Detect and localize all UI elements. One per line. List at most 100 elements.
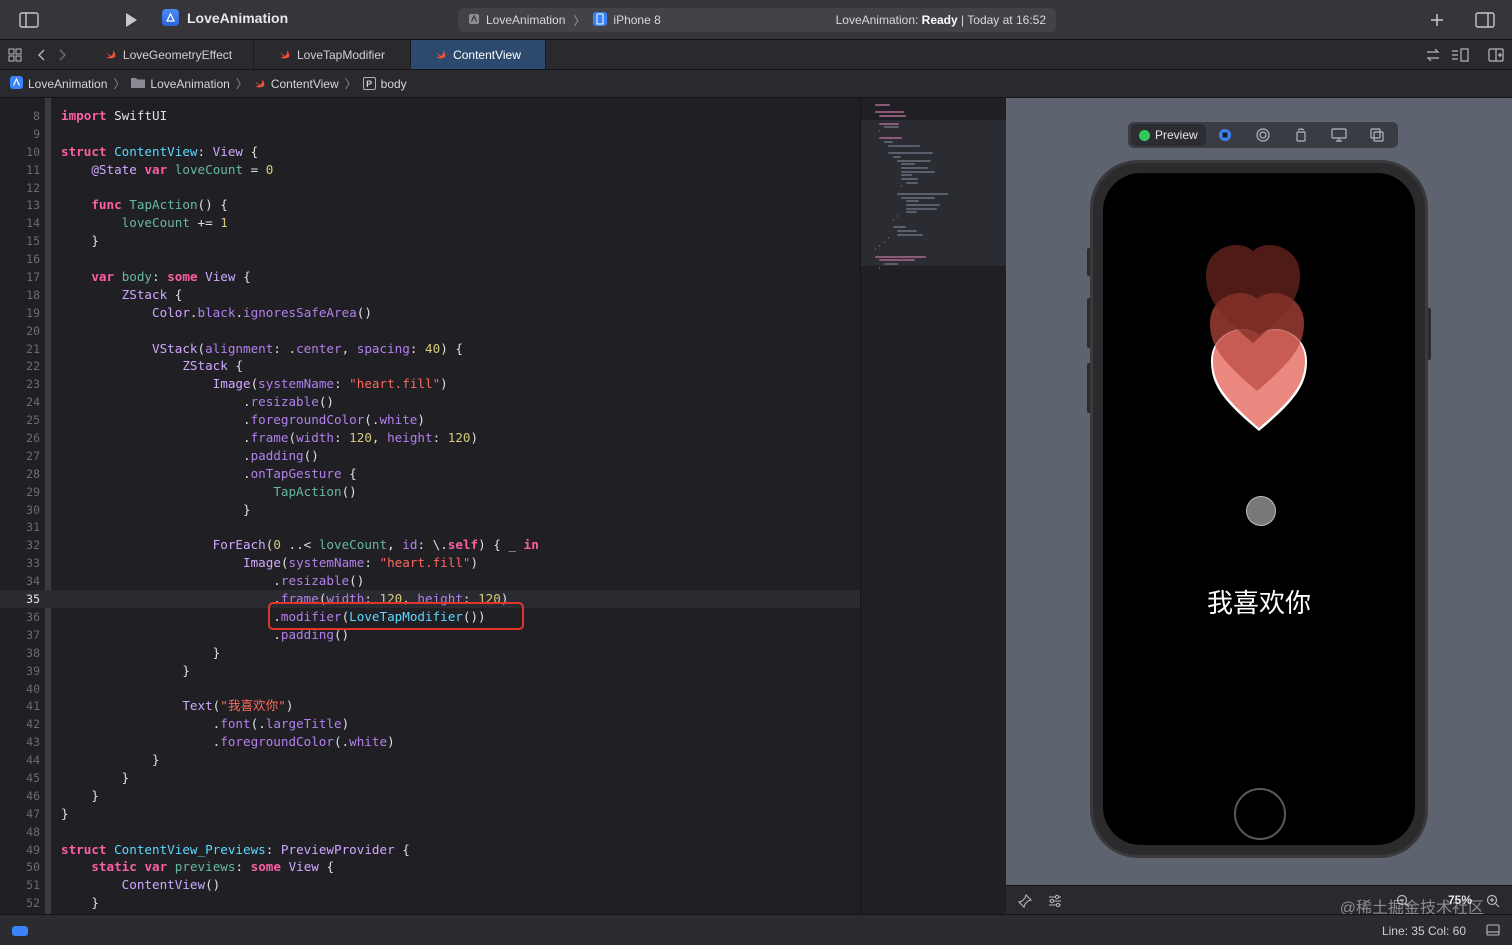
code-line[interactable]: 26 .frame(width: 120, height: 120)	[0, 429, 860, 447]
code-text: ContentView()	[121, 877, 221, 893]
selectable-icon[interactable]	[1244, 128, 1282, 142]
navigator-toggle-icon[interactable]	[16, 8, 42, 32]
line-number: 24	[26, 395, 40, 410]
grid-icon[interactable]	[2, 43, 28, 67]
tab-content-view[interactable]: ContentView	[411, 40, 546, 69]
chevron-right-icon: 〉	[235, 77, 248, 91]
breadcrumb-symbol[interactable]: body	[381, 77, 407, 91]
add-icon[interactable]	[1424, 8, 1450, 32]
panel-toggle-icon[interactable]	[1480, 918, 1506, 942]
code-line[interactable]: 23 Image(systemName: "heart.fill")	[0, 375, 860, 393]
swift-file-icon	[254, 78, 265, 87]
code-text: @State var loveCount = 0	[91, 161, 274, 177]
home-button[interactable]	[1234, 788, 1286, 840]
inspector-toggle-icon[interactable]	[1472, 8, 1498, 32]
code-line[interactable]: 15 }	[0, 232, 860, 250]
code-line[interactable]: 30 }	[0, 501, 860, 519]
code-line[interactable]: 40	[0, 680, 860, 698]
code-line[interactable]: 20	[0, 322, 860, 340]
code-line[interactable]: 16	[0, 250, 860, 268]
code-line[interactable]: 44 }	[0, 751, 860, 769]
line-number: 27	[26, 448, 40, 463]
code-line[interactable]: 9	[0, 125, 860, 143]
device-settings-icon[interactable]	[1320, 128, 1358, 142]
code-line[interactable]: 43 .foregroundColor(.white)	[0, 733, 860, 751]
code-line[interactable]: 29 TapAction()	[0, 483, 860, 501]
scheme-selector[interactable]: LoveAnimation 〉 iPhone 8	[458, 11, 661, 29]
code-line[interactable]: 33 Image(systemName: "heart.fill")	[0, 554, 860, 572]
breadcrumb-file[interactable]: ContentView	[271, 77, 339, 91]
line-number: 41	[26, 699, 40, 714]
breadcrumb-project[interactable]: LoveAnimation	[28, 77, 107, 91]
swift-file-icon	[105, 49, 116, 58]
adjust-icon[interactable]	[1042, 889, 1068, 913]
duplicate-preview-icon[interactable]	[1358, 128, 1396, 142]
debug-area-toggle[interactable]	[12, 926, 28, 936]
code-line[interactable]: 24 .resizable()	[0, 393, 860, 411]
code-line[interactable]: 46 }	[0, 787, 860, 805]
code-line[interactable]: 10 struct ContentView: View {	[0, 143, 860, 161]
touch-indicator	[1246, 496, 1276, 526]
split-editor-icon[interactable]	[1483, 43, 1509, 67]
preview-button[interactable]: Preview	[1131, 124, 1206, 146]
code-line[interactable]: 32 ForEach(0 ..< loveCount, id: \.self) …	[0, 536, 860, 554]
code-line[interactable]: 48	[0, 823, 860, 841]
code-line[interactable]: 11 @State var loveCount = 0	[0, 161, 860, 179]
rotate-device-icon[interactable]	[1282, 128, 1320, 142]
code-line[interactable]: 13 func TapAction() {	[0, 196, 860, 214]
live-preview-icon[interactable]	[1206, 128, 1244, 142]
code-line[interactable]: 17 var body: some View {	[0, 268, 860, 286]
back-icon[interactable]	[33, 43, 49, 67]
code-line[interactable]: 14 loveCount += 1	[0, 214, 860, 232]
code-line[interactable]: 42 .font(.largeTitle)	[0, 715, 860, 733]
code-line[interactable]: 28 .onTapGesture {	[0, 465, 860, 483]
code-line[interactable]: 41 Text("我喜欢你")	[0, 697, 860, 715]
pin-icon[interactable]	[1012, 889, 1038, 913]
code-text: loveCount += 1	[121, 215, 228, 231]
code-line[interactable]: 38 }	[0, 644, 860, 662]
window-toolbar: LoveAnimation LoveAnimation 〉 iPhone 8 L…	[0, 0, 1512, 40]
preview-label: Preview	[1155, 128, 1198, 142]
minimap-line	[897, 229, 917, 232]
code-line[interactable]: 19 Color.black.ignoresSafeArea()	[0, 304, 860, 322]
code-line[interactable]: 47}	[0, 805, 860, 823]
highlight-annotation	[268, 602, 524, 630]
code-line[interactable]: 39 }	[0, 662, 860, 680]
status-bar: Line: 35 Col: 60	[0, 914, 1512, 945]
code-line[interactable]: 27 .padding()	[0, 447, 860, 465]
code-line[interactable]: 45 }	[0, 769, 860, 787]
minimap[interactable]	[860, 98, 1007, 914]
code-line[interactable]: 18 ZStack {	[0, 286, 860, 304]
status-state: Ready	[921, 13, 958, 27]
code-line[interactable]: 34 .resizable()	[0, 572, 860, 590]
code-line[interactable]: 8 import SwiftUI	[0, 107, 860, 125]
code-lines[interactable]: 8 import SwiftUI 9 10 struct ContentView: Vi…	[0, 107, 860, 912]
code-line[interactable]: 25 .foregroundColor(.white)	[0, 411, 860, 429]
tab-love-tap-modifier[interactable]: LoveTapModifier	[254, 40, 411, 69]
minimap-line	[883, 141, 893, 143]
code-line[interactable]: 52 }	[0, 894, 860, 912]
code-line[interactable]: 22 ZStack {	[0, 357, 860, 375]
code-line[interactable]: 21 VStack(alignment: .center, spacing: 4…	[0, 340, 860, 358]
tab-love-geometry-effect[interactable]: LoveGeometryEffect	[84, 40, 254, 69]
minimap-line	[905, 200, 919, 203]
source-editor[interactable]: 8 import SwiftUI 9 10 struct ContentView: Vi…	[0, 98, 860, 914]
device-name[interactable]: iPhone 8	[613, 13, 660, 27]
swap-icon[interactable]	[1420, 43, 1446, 67]
line-number: 11	[26, 162, 40, 177]
editor-options-icon[interactable]	[1447, 43, 1473, 67]
code-line[interactable]: 12	[0, 179, 860, 197]
code-line[interactable]: 50 static var previews: some View {	[0, 858, 860, 876]
code-line[interactable]: 51 ContentView()	[0, 876, 860, 894]
breadcrumb-folder[interactable]: LoveAnimation	[150, 77, 229, 91]
preview-canvas[interactable]: Preview 我喜欢你	[1006, 98, 1512, 885]
forward-icon[interactable]	[55, 43, 71, 67]
minimap-line	[901, 163, 915, 166]
line-number: 31	[26, 520, 40, 535]
code-line[interactable]: 49 struct ContentView_Previews: PreviewPr…	[0, 841, 860, 859]
simulated-screen[interactable]: 我喜欢你	[1103, 173, 1415, 845]
minimap-line	[883, 126, 900, 129]
code-line[interactable]: 31	[0, 518, 860, 536]
run-button[interactable]	[118, 8, 144, 32]
line-number: 52	[26, 896, 40, 911]
